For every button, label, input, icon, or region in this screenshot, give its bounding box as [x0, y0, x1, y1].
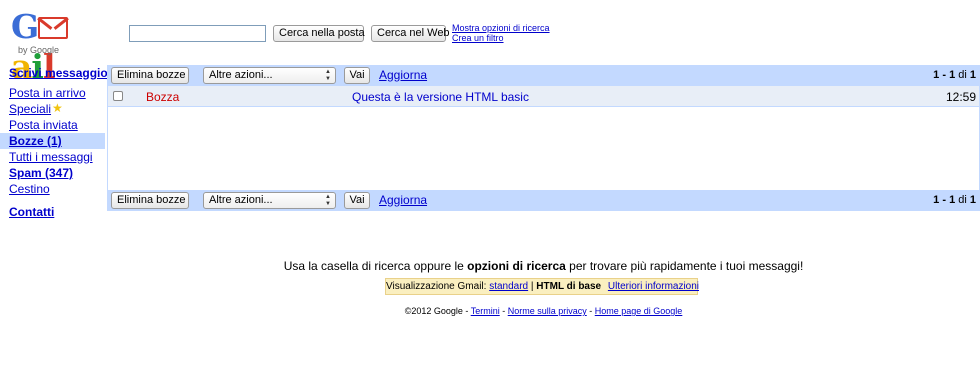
- delete-drafts-button[interactable]: Elimina bozze: [111, 67, 189, 84]
- go-button[interactable]: Vai: [344, 67, 370, 84]
- copyright: ©2012 Google -: [404, 306, 471, 316]
- view-switcher: Visualizzazione Gmail: standard | HTML d…: [385, 278, 699, 295]
- terms-link[interactable]: Termini: [471, 306, 500, 316]
- delete-drafts-button-bottom[interactable]: Elimina bozze: [111, 192, 189, 209]
- sidebar-item-trash[interactable]: Cestino: [0, 181, 105, 197]
- sidebar: Scrivi messaggio Posta in arrivo Special…: [0, 64, 108, 220]
- sidebar-item-starred-row: Speciali★: [0, 101, 105, 117]
- select-arrows-icon: ▲ ▼: [325, 69, 331, 82]
- message-time: 12:59: [945, 90, 976, 104]
- hint-prefix: Usa la casella di ricerca oppure le: [283, 259, 468, 273]
- hint-suffix: per trovare più rapidamente i tuoi messa…: [565, 259, 804, 273]
- go-button-bottom[interactable]: Vai: [344, 192, 370, 209]
- more-actions-select[interactable]: Altre azioni... ▲ ▼: [203, 67, 336, 84]
- header-links: Mostra opzioni di ricerca Crea un filtro: [452, 23, 550, 43]
- toolbar-top: Elimina bozze Altre azioni... ▲ ▼ Vai Agg…: [107, 65, 980, 86]
- search-mail-button[interactable]: Cerca nella posta: [273, 25, 365, 42]
- sidebar-item-drafts[interactable]: Bozze (1): [0, 133, 105, 149]
- message-sender[interactable]: Bozza: [146, 90, 179, 104]
- refresh-link[interactable]: Aggiorna: [379, 68, 427, 82]
- view-standard-link[interactable]: standard: [489, 281, 528, 292]
- message-count: 1 - 1 di 1: [933, 69, 976, 81]
- more-actions-select-bottom[interactable]: Altre azioni... ▲ ▼: [203, 192, 336, 209]
- toolbar-bottom: Elimina bozze Altre azioni... ▲ ▼ Vai Agg…: [107, 190, 980, 211]
- count-total: 1: [969, 69, 976, 81]
- view-prefix: Visualizzazione Gmail:: [386, 281, 490, 292]
- message-subject[interactable]: Questa è la versione HTML basic: [352, 90, 529, 104]
- search-web-button[interactable]: Cerca nel Web: [371, 25, 450, 42]
- count-of: di: [958, 69, 967, 81]
- sidebar-item-sent[interactable]: Posta inviata: [0, 117, 105, 133]
- message-list: Bozza Questa è la versione HTML basic 12…: [107, 86, 980, 190]
- privacy-link[interactable]: Norme sulla privacy: [508, 306, 587, 316]
- hint-search-options: opzioni di ricerca: [467, 259, 566, 273]
- sidebar-item-starred[interactable]: Speciali: [9, 102, 51, 116]
- count-total-bottom: 1: [969, 194, 976, 206]
- gmail-logo[interactable]: Gail by Google: [11, 7, 111, 86]
- star-icon: ★: [52, 101, 63, 115]
- count-of-bottom: di: [958, 194, 967, 206]
- view-current: HTML di base: [536, 281, 602, 292]
- search-hint: Usa la casella di ricerca oppure le opzi…: [107, 259, 980, 273]
- create-filter-link[interactable]: Crea un filtro: [452, 33, 550, 43]
- more-actions-value-bottom: Altre azioni...: [209, 194, 273, 206]
- envelope-icon: [38, 17, 69, 39]
- footer-sep-2: -: [586, 306, 595, 316]
- logo-letter-g: G: [11, 7, 39, 46]
- sidebar-item-all-mail[interactable]: Tutti i messaggi: [0, 149, 105, 165]
- refresh-link-bottom[interactable]: Aggiorna: [379, 193, 427, 207]
- more-search-options-link[interactable]: Mostra opzioni di ricerca: [452, 23, 550, 33]
- more-actions-value: Altre azioni...: [209, 69, 273, 81]
- sidebar-item-inbox[interactable]: Posta in arrivo: [0, 85, 105, 101]
- footer: ©2012 Google - Termini - Norme sulla pri…: [107, 306, 980, 316]
- select-arrows-icon: ▲ ▼: [325, 194, 331, 207]
- message-list-panel: Elimina bozze Altre azioni... ▲ ▼ Vai Agg…: [107, 65, 980, 211]
- message-count-bottom: 1 - 1 di 1: [933, 194, 976, 206]
- google-home-link[interactable]: Home page di Google: [595, 306, 683, 316]
- more-info-link[interactable]: Ulteriori informazioni: [608, 281, 699, 292]
- contacts-link[interactable]: Contatti: [0, 204, 105, 220]
- logo-by-google: by Google: [18, 45, 60, 55]
- count-range-bottom: 1 - 1: [933, 194, 956, 206]
- count-range: 1 - 1: [933, 69, 956, 81]
- footer-sep-1: -: [499, 306, 508, 316]
- sidebar-item-spam[interactable]: Spam (347): [0, 165, 105, 181]
- compose-link[interactable]: Scrivi messaggio: [0, 65, 108, 81]
- search-input[interactable]: [129, 25, 266, 42]
- message-checkbox[interactable]: [113, 91, 123, 101]
- table-row[interactable]: Bozza Questa è la versione HTML basic 12…: [108, 86, 979, 107]
